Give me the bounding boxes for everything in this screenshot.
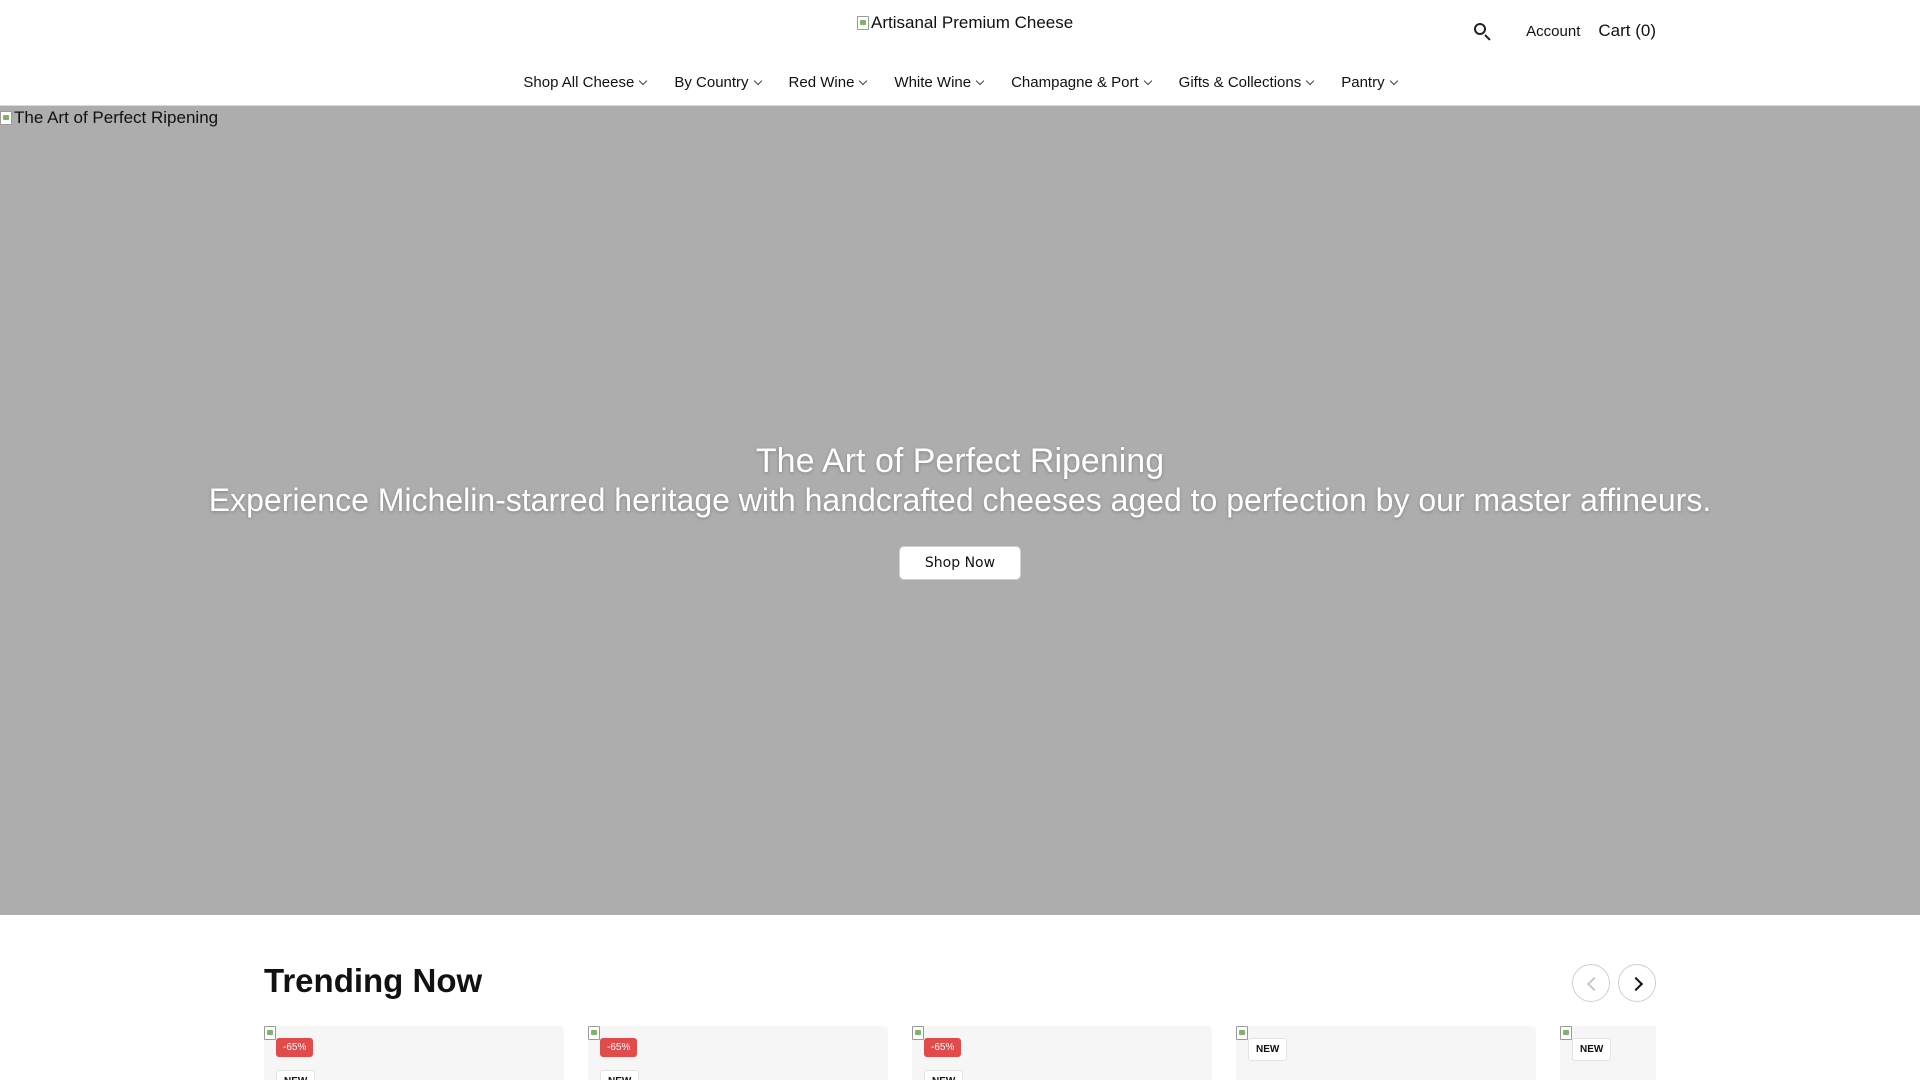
nav-item-label: Pantry xyxy=(1341,74,1385,91)
broken-image-icon xyxy=(1236,1026,1248,1040)
broken-image-icon xyxy=(857,16,869,30)
new-badge: NEW xyxy=(600,1070,640,1080)
nav-item-gifts-collections[interactable]: Gifts & Collections xyxy=(1178,74,1315,91)
nav-item-red-wine[interactable]: Red Wine xyxy=(788,74,868,91)
carousel-prev-button[interactable] xyxy=(1572,964,1610,1002)
nav-item-white-wine[interactable]: White Wine xyxy=(894,74,985,91)
chevron-down-icon xyxy=(753,76,762,86)
chevron-down-icon xyxy=(975,76,985,86)
chevron-down-icon xyxy=(639,76,648,86)
shop-now-button[interactable]: Shop Now xyxy=(899,546,1021,580)
chevron-down-icon xyxy=(1389,76,1398,86)
logo-alt-text: Artisanal Premium Cheese xyxy=(871,13,1074,32)
nav-item-label: Gifts & Collections xyxy=(1178,74,1302,91)
broken-image-icon xyxy=(912,1026,924,1040)
sale-badge: -65% xyxy=(924,1038,962,1057)
trending-title: Trending Now xyxy=(264,962,483,999)
search-icon[interactable] xyxy=(1472,20,1494,42)
chevron-left-icon xyxy=(1586,976,1602,992)
broken-image-icon xyxy=(0,111,12,125)
carousel-next-button[interactable] xyxy=(1618,964,1656,1002)
hero-image-alt-text: The Art of Perfect Ripening xyxy=(14,108,219,127)
product-card[interactable]: -65% NEW xyxy=(912,1026,1212,1080)
sale-badge: -65% xyxy=(600,1038,638,1057)
product-card[interactable]: -65% NEW xyxy=(588,1026,888,1080)
main-nav: Shop All Cheese By Country Red Wine Whit… xyxy=(0,74,1920,91)
nav-item-label: Red Wine xyxy=(788,74,855,91)
header-actions: Account Cart (0) xyxy=(1472,20,1656,42)
broken-image-icon xyxy=(588,1026,600,1040)
hero-banner: The Art of Perfect Ripening The Art of P… xyxy=(0,106,1920,915)
site-logo[interactable]: Artisanal Premium Cheese xyxy=(857,13,1073,33)
broken-image-icon xyxy=(1560,1026,1572,1040)
sale-badge: -65% xyxy=(276,1038,314,1057)
nav-item-shop-all-cheese[interactable]: Shop All Cheese xyxy=(523,74,648,91)
product-card[interactable]: NEW xyxy=(1236,1026,1536,1080)
chevron-down-icon xyxy=(1143,76,1152,86)
new-badge: NEW xyxy=(1248,1038,1288,1061)
product-carousel: -65% NEW -65% NEW -65% NEW NEW NEW xyxy=(264,1026,1656,1080)
nav-item-pantry[interactable]: Pantry xyxy=(1341,74,1398,91)
broken-image-icon xyxy=(264,1026,276,1040)
cart-link[interactable]: Cart (0) xyxy=(1598,21,1656,41)
hero-title: The Art of Perfect Ripening xyxy=(755,442,1165,480)
account-link[interactable]: Account xyxy=(1526,23,1580,40)
nav-item-label: Champagne & Port xyxy=(1011,74,1139,91)
new-badge: NEW xyxy=(1572,1038,1612,1061)
new-badge: NEW xyxy=(276,1070,316,1080)
nav-item-label: By Country xyxy=(674,74,749,91)
chevron-down-icon xyxy=(1305,76,1315,86)
nav-item-label: Shop All Cheese xyxy=(523,74,635,91)
nav-item-label: White Wine xyxy=(894,74,972,91)
product-card[interactable]: NEW xyxy=(1560,1026,1656,1080)
nav-item-champagne-port[interactable]: Champagne & Port xyxy=(1011,74,1152,91)
hero-subtitle: Experience Michelin-starred heritage wit… xyxy=(208,482,1712,518)
chevron-right-icon xyxy=(1628,976,1644,992)
site-header: Artisanal Premium Cheese Account Cart (0… xyxy=(0,0,1920,106)
hero-image: The Art of Perfect Ripening xyxy=(0,108,218,128)
product-card[interactable]: -65% NEW xyxy=(264,1026,564,1080)
new-badge: NEW xyxy=(924,1070,964,1080)
nav-item-by-country[interactable]: By Country xyxy=(674,74,762,91)
chevron-down-icon xyxy=(859,76,868,86)
